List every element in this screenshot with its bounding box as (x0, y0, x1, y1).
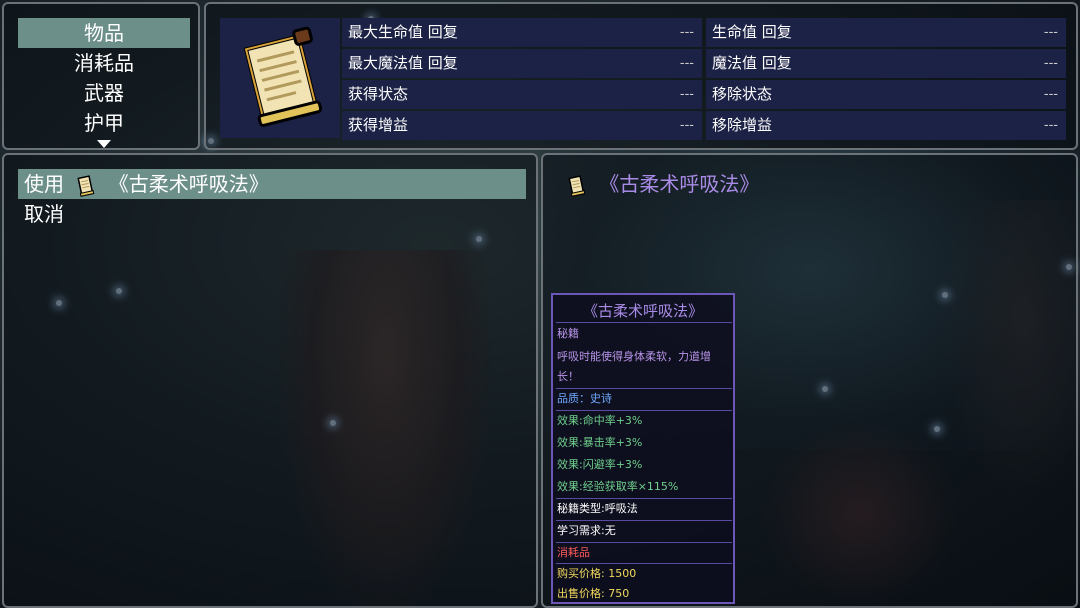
category-menu: 物品 消耗品 武器 护甲 (2, 2, 200, 150)
effect-value: --- (679, 87, 694, 102)
effect-grid: 最大生命值 回复 --- 最大魔法值 回复 --- 获得状态 --- 获得增益 … (342, 18, 1066, 140)
cancel-button[interactable]: 取消 (18, 199, 526, 229)
effect-value: --- (1043, 118, 1058, 133)
use-label: 使用 (24, 172, 64, 196)
effect-label: 移除增益 (712, 116, 773, 134)
effect-remove-state: 移除状态 --- (706, 80, 1066, 109)
effect-label: 获得状态 (348, 85, 409, 103)
category-item-consumables[interactable]: 消耗品 (18, 48, 190, 78)
category-item-items[interactable]: 物品 (18, 18, 190, 48)
effect-value: --- (1043, 56, 1058, 71)
tooltip-title: 《古柔术呼吸法》 (582, 302, 703, 320)
use-item-button[interactable]: 使用 《古柔术呼吸法》 (18, 169, 526, 199)
item-name: 《古柔术呼吸法》 (599, 172, 760, 196)
effect-value: --- (679, 56, 694, 71)
effect-label: 魔法值 回复 (712, 54, 792, 72)
effect-mp-recover: 魔法值 回复 --- (706, 49, 1066, 78)
tooltip-quality: 品质：史诗 (557, 392, 612, 405)
tooltip-book-type: 秘籍类型:呼吸法 (557, 502, 638, 515)
tooltip-effect: 效果:经验获取率×115% (557, 480, 679, 493)
tooltip-effect: 效果:暴击率+3% (557, 436, 643, 449)
tooltip-requirement: 学习需求:无 (557, 524, 616, 537)
item-tooltip: 《古柔术呼吸法》 秘籍 呼吸时能使得身体柔软，力道增长！ 品质：史诗 效果:命中… (551, 293, 735, 604)
tooltip-description: 呼吸时能使得身体柔软，力道增长！ (557, 350, 711, 383)
item-name-header: 《古柔术呼吸法》 (567, 169, 759, 199)
scroll-icon (568, 174, 586, 197)
effect-value: --- (1043, 87, 1058, 102)
effect-label: 最大魔法值 回复 (348, 54, 458, 72)
tooltip-category: 消耗品 (557, 546, 590, 559)
tooltip-buy-price: 购买价格: 1500 (557, 567, 637, 580)
category-item-weapons[interactable]: 武器 (18, 78, 190, 108)
effect-max-hp-recover: 最大生命值 回复 --- (342, 18, 702, 47)
effect-label: 移除状态 (712, 85, 773, 103)
divider (556, 322, 732, 323)
effect-label: 获得增益 (348, 116, 409, 134)
tooltip-effect: 效果:闪避率+3% (557, 458, 643, 471)
use-item-name: 《古柔术呼吸法》 (108, 172, 269, 196)
tooltip-sell-price: 出售价格: 750 (557, 587, 630, 600)
effect-gain-state: 获得状态 --- (342, 80, 702, 109)
effect-value: --- (679, 118, 694, 133)
scroll-down-arrow-icon[interactable] (97, 140, 111, 148)
effect-gain-buff: 获得增益 --- (342, 111, 702, 140)
action-menu: 使用 《古柔术呼吸法》 取消 (2, 153, 538, 608)
effect-value: --- (679, 25, 694, 40)
effect-hp-recover: 生命值 回复 --- (706, 18, 1066, 47)
category-item-armor[interactable]: 护甲 (18, 108, 190, 138)
effect-label: 最大生命值 回复 (348, 23, 458, 41)
effect-value: --- (1043, 25, 1058, 40)
effect-label: 生命值 回复 (712, 23, 792, 41)
item-effect-panel: 最大生命值 回复 --- 最大魔法值 回复 --- 获得状态 --- 获得增益 … (204, 2, 1078, 150)
item-icon-frame (220, 18, 340, 138)
scroll-icon (243, 26, 323, 127)
effect-max-mp-recover: 最大魔法值 回复 --- (342, 49, 702, 78)
effect-remove-buff: 移除增益 --- (706, 111, 1066, 140)
scroll-icon (77, 174, 95, 197)
tooltip-type: 秘籍 (557, 327, 579, 340)
tooltip-effect: 效果:命中率+3% (557, 414, 643, 427)
